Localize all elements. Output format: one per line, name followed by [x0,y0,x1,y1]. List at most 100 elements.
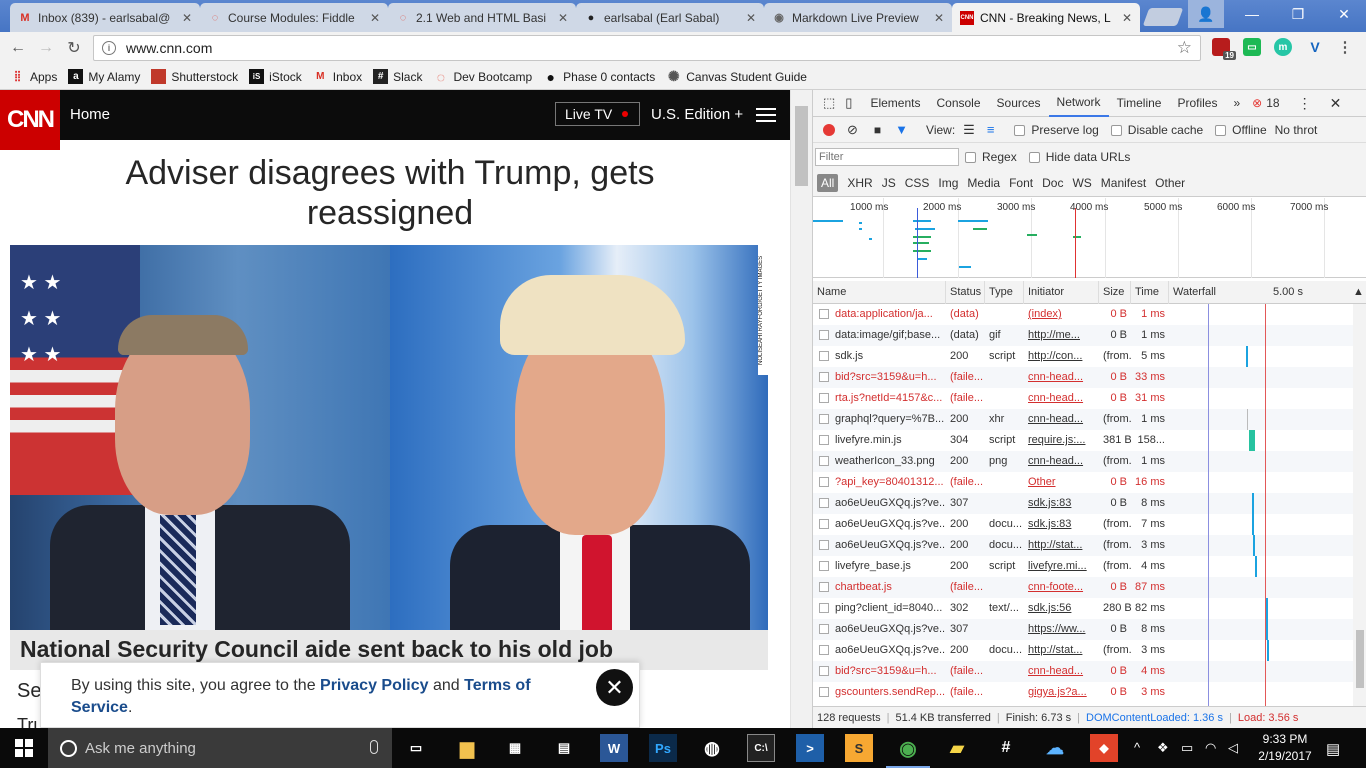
type-ws[interactable]: WS [1068,176,1095,190]
type-img[interactable]: Img [934,176,962,190]
type-font[interactable]: Font [1005,176,1037,190]
close-icon[interactable]: ✕ [370,11,380,25]
close-icon[interactable]: ✕ [558,11,568,25]
regex-checkbox[interactable]: Regex [965,150,1017,164]
close-devtools-icon[interactable]: ✕ [1330,95,1342,112]
headline[interactable]: Adviser disagrees with Trump, gets reass… [40,153,740,233]
close-icon[interactable]: ✕ [1122,11,1132,25]
powershell-icon[interactable]: > [796,734,824,762]
column-initiator[interactable]: Initiator [1024,281,1099,304]
notification-center-icon[interactable]: ▤ [1326,740,1340,758]
type-css[interactable]: CSS [901,176,934,190]
cortana-search-box[interactable]: Ask me anything [48,728,392,768]
network-overview-timeline[interactable]: 1000 ms 2000 ms 3000 ms 4000 ms 5000 ms … [813,198,1366,278]
network-request-row[interactable]: ao6eUeuGXQq.js?ve... 307 https://ww... 0 B 8… [813,619,1353,640]
request-initiator[interactable]: gigya.js?a... [1024,682,1099,703]
request-initiator[interactable]: cnn-head... [1024,661,1099,682]
type-doc[interactable]: Doc [1038,176,1067,190]
bookmark-phase0[interactable]: ● Phase 0 contacts [543,69,655,85]
privacy-policy-link[interactable]: Privacy Policy [320,677,429,694]
request-initiator[interactable]: http://stat... [1024,640,1099,661]
request-initiator[interactable]: cnn-head... [1024,367,1099,388]
hamburger-menu-icon[interactable] [756,108,776,122]
device-toolbar-icon[interactable]: ▯ [841,95,862,111]
filter-icon[interactable]: ▼ [895,122,908,137]
more-tabs-button[interactable]: » [1225,90,1248,117]
command-prompt-icon[interactable]: C:\ [747,734,775,762]
tab-markdown[interactable]: ◉ Markdown Live Preview ✕ [764,3,952,32]
ublock-extension-icon[interactable]: 19 [1212,38,1236,60]
hide-data-urls-checkbox[interactable]: Hide data URLs [1028,150,1130,164]
info-icon[interactable]: i [102,41,116,55]
type-media[interactable]: Media [963,176,1004,190]
devtools-menu-icon[interactable]: ⋮ [1298,95,1312,112]
sort-arrow-icon[interactable]: ▲ [1349,281,1366,304]
tab-cnn[interactable]: CNN CNN - Breaking News, L ✕ [952,3,1140,32]
bookmark-dev-bootcamp[interactable]: ◌ Dev Bootcamp [433,69,532,85]
type-js[interactable]: JS [878,176,900,190]
system-clock[interactable]: 9:33 PM 2/19/2017 [1255,731,1315,765]
bookmark-inbox[interactable]: M Inbox [313,69,362,84]
tv-extension-icon[interactable]: ▭ [1243,38,1261,56]
request-initiator[interactable]: (index) [1024,304,1099,325]
page-scrollbar[interactable] [790,90,812,728]
network-request-row[interactable]: ao6eUeuGXQq.js?ve... 200 docu... sdk.js:83 (… [813,514,1353,535]
network-request-row[interactable]: livefyre.min.js 304 script require.js:... 38… [813,430,1353,451]
tab-console[interactable]: Console [928,90,988,117]
network-request-row[interactable]: ?api_key=80401312... (faile... Other 0 B 16 … [813,472,1353,493]
network-request-row[interactable]: weatherIcon_33.png 200 png cnn-head... (from… [813,451,1353,472]
battery-icon[interactable]: ▭ [1181,740,1193,756]
overview-icon[interactable]: ≡ [987,122,995,137]
column-time[interactable]: Time [1131,281,1169,304]
microphone-icon[interactable] [370,740,378,754]
request-initiator[interactable]: cnn-foote... [1024,577,1099,598]
request-initiator[interactable]: sdk.js:56 [1024,598,1099,619]
network-scrollbar[interactable] [1353,304,1366,706]
close-icon[interactable]: ✕ [934,11,944,25]
headline-photo[interactable]: ★ ★ ★ ★ ★ ★ NOLISEAHI RAYFORD/GETTY IMAGES [10,245,768,630]
minimize-button[interactable]: — [1229,0,1275,28]
bookmark-apps[interactable]: ⣿ Apps [10,69,58,84]
address-bar[interactable]: i www.cnn.com ☆ [93,35,1201,61]
network-request-row[interactable]: livefyre_base.js 200 script livefyre.mi... (… [813,556,1353,577]
request-initiator[interactable]: https://ww... [1024,619,1099,640]
word-icon[interactable]: W [600,734,628,762]
request-initiator[interactable]: sdk.js:83 [1024,493,1099,514]
request-initiator[interactable]: cnn-head... [1024,388,1099,409]
request-initiator[interactable]: http://con... [1024,346,1099,367]
volume-icon[interactable]: ◁ [1228,740,1238,756]
tab-timeline[interactable]: Timeline [1109,90,1170,117]
scrollbar-thumb[interactable] [1356,630,1364,688]
type-other[interactable]: Other [1151,176,1189,190]
tab-web-html[interactable]: ◌ 2.1 Web and HTML Basi ✕ [388,3,576,32]
steam-icon[interactable]: ◍ [698,734,726,762]
clear-icon[interactable]: ⊘ [847,122,858,138]
column-status[interactable]: Status [946,281,985,304]
file-explorer-icon[interactable]: ▆ [453,734,481,762]
close-icon[interactable]: ✕ [182,11,192,25]
show-hidden-icons[interactable]: ^ [1134,740,1140,755]
menu-icon[interactable]: ⋮ [1336,38,1354,56]
task-view-icon[interactable]: ▭ [402,734,430,762]
git-icon[interactable]: ◆ [1090,734,1118,762]
close-window-button[interactable]: ✕ [1321,0,1366,28]
large-rows-icon[interactable]: ☰ [963,122,975,138]
network-request-row[interactable]: ping?client_id=8040... 302 text/... sdk.js:… [813,598,1353,619]
tab-network[interactable]: Network [1048,90,1109,117]
request-initiator[interactable]: Other [1024,472,1099,493]
network-request-row[interactable]: sdk.js 200 script http://con... (from... 5 ms [813,346,1353,367]
network-request-row[interactable]: ao6eUeuGXQq.js?ve... 307 sdk.js:83 0 B 8 ms [813,493,1353,514]
bookmark-canvas-guide[interactable]: ✺ Canvas Student Guide [666,68,807,84]
home-link[interactable]: Home [70,106,110,123]
network-request-row[interactable]: rta.js?netId=4157&c... (faile... cnn-head.… [813,388,1353,409]
throttling-select[interactable]: No throt [1275,123,1318,137]
preserve-log-checkbox[interactable]: Preserve log [1014,123,1099,137]
type-all[interactable]: All [817,174,839,192]
onedrive-icon[interactable]: ☁ [1041,734,1069,762]
live-tv-button[interactable]: Live TV [555,102,640,126]
store-icon[interactable]: ▦ [501,734,529,762]
tab-gmail[interactable]: M Inbox (839) - earlsabal@ ✕ [10,3,200,32]
new-tab-button[interactable] [1142,8,1184,26]
slack-icon[interactable]: # [992,734,1020,762]
network-request-row[interactable]: ao6eUeuGXQq.js?ve... 200 docu... http://sta… [813,535,1353,556]
